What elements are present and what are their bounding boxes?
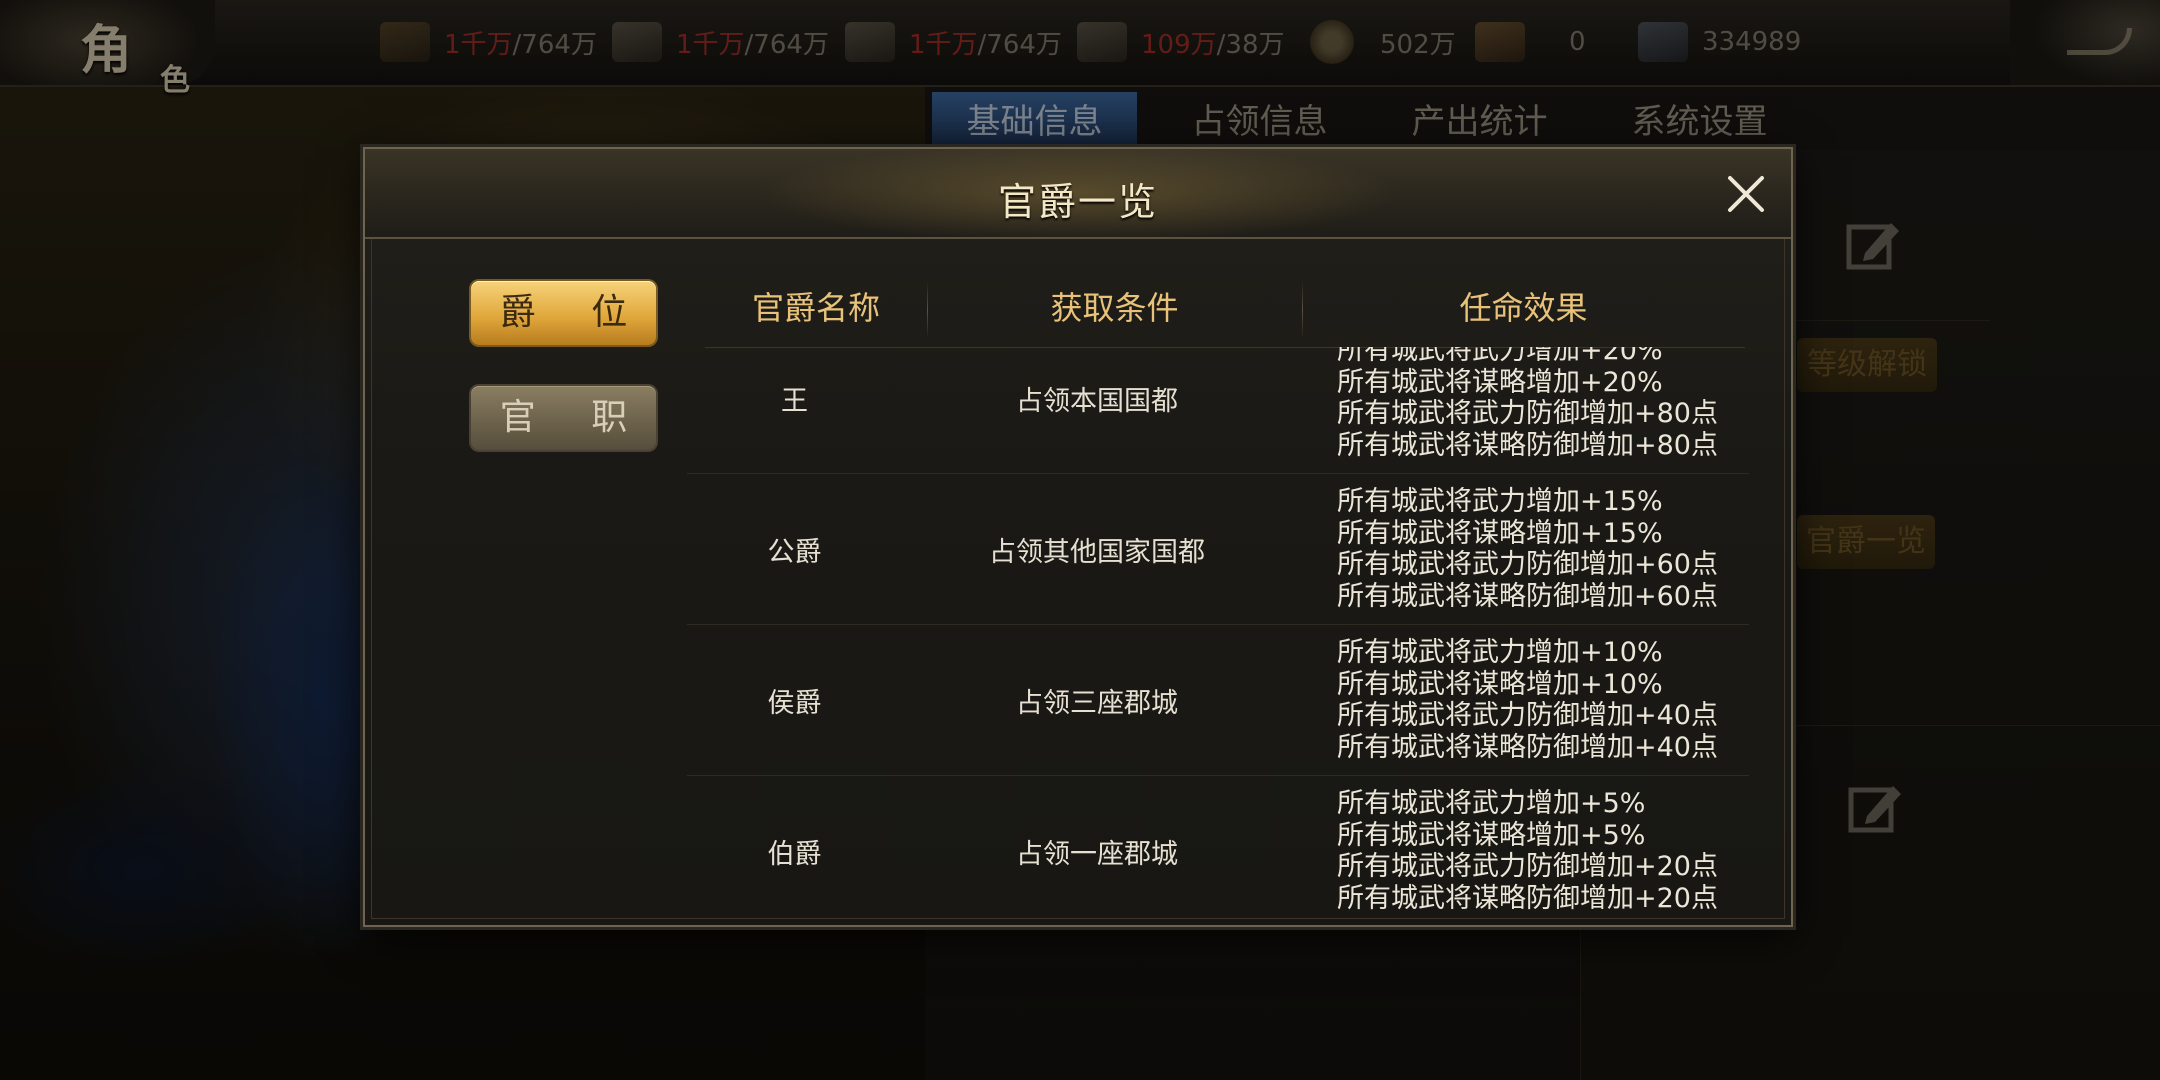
table-row: 王 占领本国国都 所有城武将武力增加+20% 所有城武将谋略增加+20% 所有城武将武力… <box>687 347 1749 474</box>
effect-line: 所有城武将武力防御增加+60点 <box>1337 549 1718 580</box>
condition-cell: 占领本国国都 <box>1016 385 1178 417</box>
condition-cell: 占领三座郡城 <box>1016 687 1178 719</box>
column-header-effect: 任命效果 <box>1459 289 1588 327</box>
effect-line: 所有城武将武力防御增加+80点 <box>1337 398 1718 429</box>
table-row: 侯爵 占领三座郡城 所有城武将武力增加+10% 所有城武将谋略增加+10% 所有城武将武… <box>687 625 1749 776</box>
table-row: 公爵 占领其他国家国都 所有城武将武力增加+15% 所有城武将谋略增加+15% 所有城武… <box>687 474 1749 625</box>
effect-cell: 所有城武将武力增加+15% 所有城武将谋略增加+15% 所有城武将武力防御增加+60… <box>1337 474 1747 624</box>
effect-line: 所有城武将谋略增加+15% <box>1337 517 1663 549</box>
effect-cell: 所有城武将武力增加+10% 所有城武将谋略增加+10% 所有城武将武力防御增加+40… <box>1337 625 1747 775</box>
effect-line: 所有城武将谋略防御增加+40点 <box>1337 731 1718 763</box>
rank-table-scroll[interactable]: 王占领本国国都 所有城武将武力增加+20% 所有城武将谋略增加+20% 所有城武将武力… <box>687 347 1749 913</box>
tab-nobility[interactable]: 爵 位 <box>471 281 656 345</box>
table-row: 伯爵 占领一座郡城 所有城武将武力增加+5% 所有城武将谋略增加+5% 所有城武将武力防… <box>687 776 1749 913</box>
effect-line: 所有城武将谋略增加+5% <box>1337 819 1646 851</box>
rank-name-cell: 公爵 <box>767 536 822 568</box>
effect-cell: 所有城武将武力增加+5% 所有城武将谋略增加+5% 所有城武将武力防御增加+20点所… <box>1337 776 1747 913</box>
dialog-title: 官爵一览 <box>997 180 1158 224</box>
effect-line: 所有城武将谋略防御增加+80点 <box>1337 429 1718 461</box>
effect-line: 所有城武将谋略增加+10% <box>1337 668 1663 700</box>
effect-line: 所有城武将武力增加+10% <box>1337 637 1663 668</box>
effect-cell: 所有城武将武力增加+20% 所有城武将谋略增加+20% 所有城武将武力防御增加+80… <box>1337 347 1747 473</box>
table-header: 官爵名称 获取条件 任命效果 <box>705 269 1745 348</box>
rank-name-cell: 伯爵 <box>767 838 822 870</box>
effect-line: 所有城武将武力增加+20% <box>1337 347 1663 366</box>
effect-line: 所有城武将武力防御增加+20点 <box>1337 851 1718 882</box>
effect-line: 所有城武将武力增加+5% <box>1337 788 1646 819</box>
effect-line: 所有城武将武力增加+15% <box>1337 486 1663 517</box>
effect-line: 所有城武将谋略增加+20% <box>1337 366 1663 398</box>
rank-list-dialog: 官爵一览 爵 位 官 职 官爵名称 获取条件 任命效果 王占领本国国都 所有城武将… <box>363 147 1793 927</box>
column-header-condition: 获取条件 <box>1050 289 1179 327</box>
rank-name-cell: 王 <box>781 385 808 417</box>
column-header-rank-name: 官爵名称 <box>751 289 880 327</box>
condition-cell: 占领其他国家国都 <box>989 536 1205 568</box>
condition-cell: 占领一座郡城 <box>1016 838 1178 870</box>
rank-table-rows: 王占领本国国都 所有城武将武力增加+20% 所有城武将谋略增加+20% 所有城武将武力… <box>687 347 1749 913</box>
close-icon <box>1728 176 1764 212</box>
close-button[interactable] <box>1723 171 1769 217</box>
rank-name-cell: 侯爵 <box>767 687 822 719</box>
effect-line: 所有城武将谋略防御增加+60点 <box>1337 580 1718 612</box>
tab-official-post[interactable]: 官 职 <box>471 386 656 450</box>
effect-line: 所有城武将武力防御增加+40点 <box>1337 700 1718 731</box>
dialog-header: 官爵一览 <box>365 149 1791 239</box>
effect-line: 所有城武将谋略防御增加+20点 <box>1337 882 1718 914</box>
